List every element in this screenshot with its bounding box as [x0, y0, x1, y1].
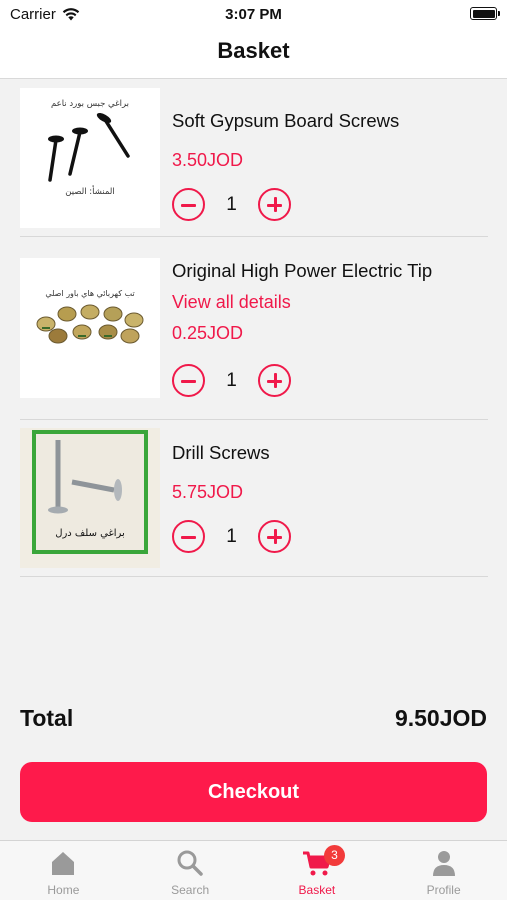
item-info: Original High Power Electric Tip View al…	[172, 260, 488, 344]
item-name[interactable]: Original High Power Electric Tip	[172, 260, 488, 282]
total-label: Total	[20, 705, 74, 731]
increase-button[interactable]	[258, 520, 291, 553]
basket-item: براغي سلف درل Drill Screws 5.75JOD 1	[20, 428, 488, 577]
checkout-button[interactable]: Checkout	[20, 762, 487, 822]
minus-icon	[181, 380, 196, 383]
quantity-value: 1	[226, 193, 237, 215]
minus-icon	[181, 204, 196, 207]
nav-bar: Basket	[0, 30, 507, 79]
screw-icon: براغي جبس بورد ناعم المنشأ: الصين	[48, 99, 130, 197]
total-value: 9.50JOD	[394, 705, 487, 731]
quantity-stepper: 1	[172, 364, 291, 397]
decrease-button[interactable]	[172, 364, 205, 397]
product-image[interactable]: براغي جبس بورد ناعم المنشأ: الصين	[20, 88, 160, 228]
item-info: Soft Gypsum Board Screws 3.50JOD	[172, 110, 488, 171]
tab-home[interactable]: Home	[0, 841, 127, 900]
quantity-value: 1	[226, 525, 237, 547]
basket-item: تب كهربائي هاي باور اصلي Original High P…	[20, 258, 488, 420]
tab-bar: Home Search Basket Profile	[0, 840, 507, 900]
tab-label: Basket	[298, 883, 336, 897]
quantity-stepper: 1	[172, 520, 291, 553]
item-price: 0.25JOD	[172, 323, 244, 343]
tab-label: Profile	[426, 883, 461, 897]
product-image[interactable]: براغي سلف درل	[20, 428, 160, 568]
increase-button[interactable]	[258, 188, 291, 221]
battery-icon	[470, 7, 500, 20]
view-details-link[interactable]: View all details	[172, 292, 488, 313]
svg-text:براغي جبس بورد ناعم: براغي جبس بورد ناعم	[51, 99, 129, 109]
tab-profile[interactable]: Profile	[380, 841, 507, 900]
increase-button[interactable]	[258, 364, 291, 397]
svg-text:براغي سلف درل: براغي سلف درل	[55, 528, 125, 539]
minus-icon	[181, 536, 196, 539]
cart-badge: 3	[324, 845, 345, 866]
drill-screw-icon: براغي سلف درل	[32, 430, 148, 554]
decrease-button[interactable]	[172, 188, 205, 221]
status-bar: Carrier 3:07 PM	[0, 0, 507, 30]
tab-basket[interactable]: Basket	[254, 841, 381, 900]
quantity-stepper: 1	[172, 188, 291, 221]
tab-label: Search	[171, 883, 210, 897]
electric-tip-icon: تب كهربائي هاي باور اصلي	[36, 289, 144, 344]
product-image[interactable]: تب كهربائي هاي باور اصلي	[20, 258, 160, 398]
profile-icon	[432, 851, 455, 876]
item-name[interactable]: Drill Screws	[172, 442, 488, 464]
item-price: 5.75JOD	[172, 482, 244, 502]
quantity-value: 1	[226, 369, 237, 391]
page-title: Basket	[217, 38, 290, 63]
home-icon	[52, 852, 75, 875]
tab-label: Home	[47, 883, 80, 897]
item-name[interactable]: Soft Gypsum Board Screws	[172, 110, 488, 132]
svg-text:المنشأ: الصين: المنشأ: الصين	[65, 185, 115, 197]
item-info: Drill Screws 5.75JOD	[172, 442, 488, 503]
status-time: 3:07 PM	[225, 6, 282, 23]
decrease-button[interactable]	[172, 520, 205, 553]
search-icon	[177, 850, 203, 876]
tab-search[interactable]: Search	[127, 841, 254, 900]
item-price: 3.50JOD	[172, 150, 244, 170]
svg-text:تب كهربائي هاي باور اصلي: تب كهربائي هاي باور اصلي	[45, 289, 134, 298]
basket-item: براغي جبس بورد ناعم المنشأ: الصين Soft G…	[20, 88, 488, 237]
